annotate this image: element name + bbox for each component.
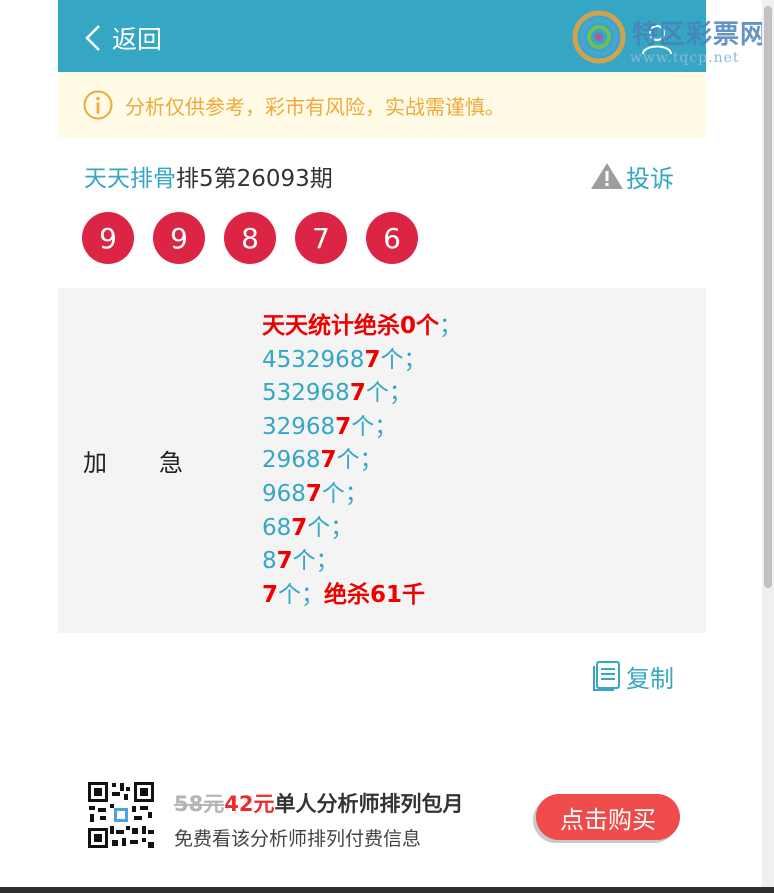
number-ball: 9 xyxy=(82,212,134,264)
number-ball: 9 xyxy=(153,212,205,264)
analysis-box: 加 急 天天统计绝杀0个； 45329687个； 5329687个； 32968… xyxy=(58,288,706,633)
analysis-lines: 天天统计绝杀0个； 45329687个； 5329687个； 329687个； … xyxy=(262,310,462,612)
back-button[interactable]: 返回 xyxy=(84,18,162,58)
copy-label: 复制 xyxy=(626,664,674,693)
promo-title-text: 单人分析师排列包月 xyxy=(274,792,464,816)
analysis-line: 45329687个； xyxy=(262,346,427,373)
copy-button[interactable]: 复制 xyxy=(590,656,674,696)
issue-title: 天天排骨 排5第26093期 xyxy=(84,156,333,196)
analysis-line-final: 7个；绝杀61千 xyxy=(262,581,426,608)
chevron-left-icon xyxy=(85,25,100,51)
analysis-line: 329687个； xyxy=(262,413,398,440)
analyst-name-link[interactable]: 天天排骨 xyxy=(84,159,176,193)
analysis-line: 天天统计绝杀0个； xyxy=(262,313,463,339)
old-price: 58元 xyxy=(174,792,225,816)
document-copy-icon xyxy=(593,661,620,691)
number-ball: 8 xyxy=(224,212,276,264)
subscription-promo: 58元42元单人分析师排列包月 免费看该分析师排列付费信息 点击购买 xyxy=(58,776,706,856)
complain-label: 投诉 xyxy=(626,164,674,193)
analysis-label-part: 加 xyxy=(83,449,107,477)
info-icon xyxy=(83,90,113,120)
bottom-edge xyxy=(0,887,774,893)
warning-icon xyxy=(591,163,623,189)
lottery-number-balls: 9 9 8 7 6 xyxy=(82,212,437,264)
analysis-line: 87个； xyxy=(262,548,339,575)
analysis-label-part: 急 xyxy=(159,449,183,477)
watermark-logo: 特区彩票网 www.tqcp.net xyxy=(572,8,768,68)
issue-text: 排5第26093期 xyxy=(176,166,333,192)
analysis-line: 9687个； xyxy=(262,480,368,507)
analysis-line: 687个； xyxy=(262,514,354,541)
buy-button[interactable]: 点击购买 xyxy=(536,794,680,840)
back-label: 返回 xyxy=(112,25,163,54)
logo-swirl-icon xyxy=(572,10,626,64)
watermark-url: www.tqcp.net xyxy=(630,50,740,66)
number-ball: 6 xyxy=(366,212,418,264)
scrollbar-thumb[interactable] xyxy=(764,6,772,588)
promo-subtitle: 免费看该分析师排列付费信息 xyxy=(174,828,422,850)
analysis-label: 加 急 xyxy=(83,288,183,633)
qr-code-icon xyxy=(86,780,156,850)
notice-text: 分析仅供参考，彩市有风险，实战需谨慎。 xyxy=(125,94,505,119)
analysis-line: 29687个； xyxy=(262,447,383,474)
app-container: 返回 分析仅供参考，彩市有风险，实战需谨慎。 天天排骨 排5第26093期 投诉… xyxy=(58,0,706,893)
risk-notice: 分析仅供参考，彩市有风险，实战需谨慎。 xyxy=(58,72,706,138)
promo-title: 58元42元单人分析师排列包月 xyxy=(174,788,463,818)
page-scrollbar[interactable] xyxy=(762,0,774,893)
number-ball: 7 xyxy=(295,212,347,264)
new-price: 42元 xyxy=(224,792,275,816)
complain-button[interactable]: 投诉 xyxy=(590,156,674,196)
analysis-line: 5329687个； xyxy=(262,380,412,407)
watermark-title: 特区彩票网 xyxy=(632,20,768,50)
